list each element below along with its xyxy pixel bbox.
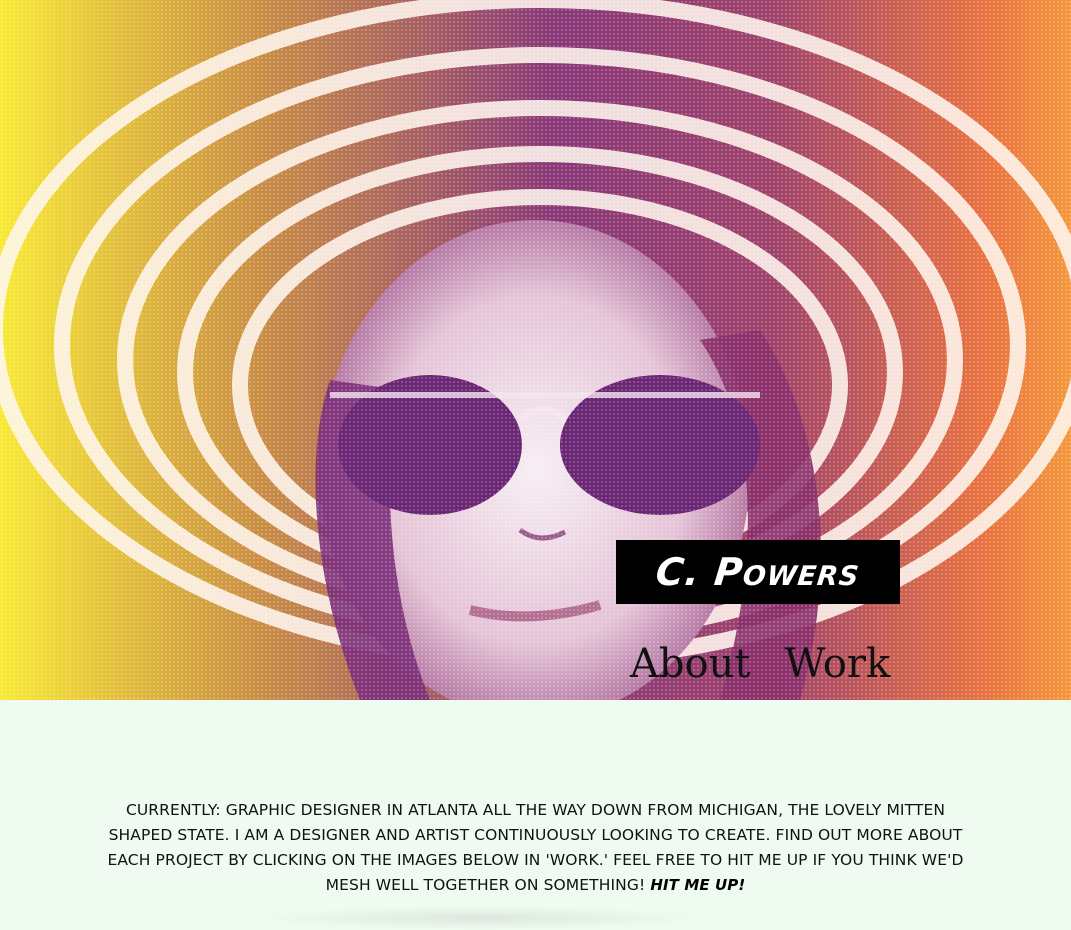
nav-link-about[interactable]: About [630,640,750,688]
nav-link-work[interactable]: Work [784,640,890,688]
hit-me-up-link[interactable]: Hit me up! [650,876,745,894]
brand-logo[interactable]: C. Powers [616,540,900,604]
bio-text: Currently: Graphic designer in Atlanta a… [100,798,971,898]
bio-body: Currently: Graphic designer in Atlanta a… [107,800,964,894]
hero-banner: C. Powers About Work [0,0,1071,700]
bio-section: Currently: Graphic designer in Atlanta a… [0,700,1071,930]
hero-portrait-image [0,0,1071,700]
brand-name: C. Powers [653,550,863,594]
main-nav: About Work [630,640,890,688]
card-shadow [250,906,710,930]
